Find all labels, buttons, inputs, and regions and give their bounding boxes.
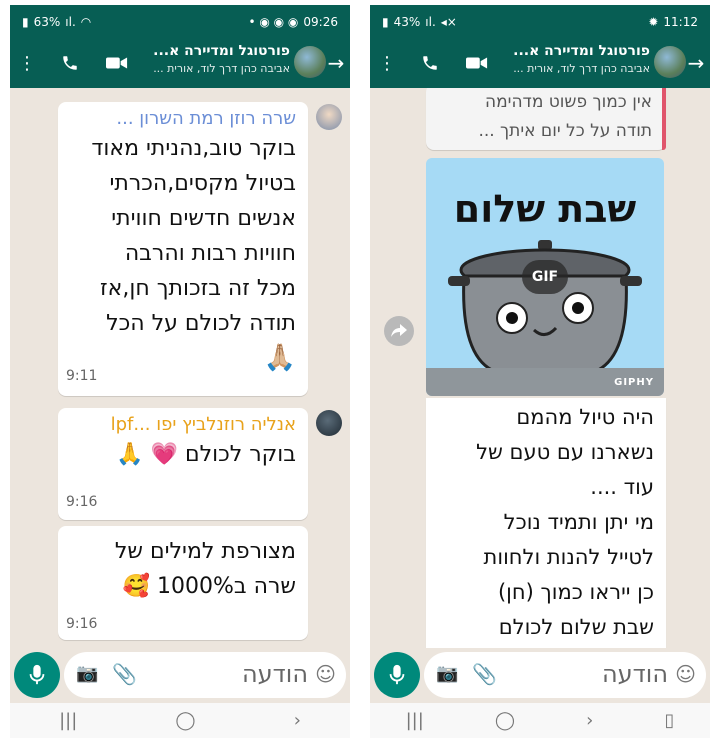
- forward-icon: [391, 324, 407, 337]
- attach-icon[interactable]: 📎: [472, 662, 497, 686]
- emoji-icon[interactable]: ☺: [315, 662, 336, 686]
- camera-icon[interactable]: 📷: [76, 663, 98, 684]
- mic-icon: [389, 664, 405, 685]
- android-nav-bar: ||| ◯ ›: [10, 703, 350, 738]
- message-text: בוקר לכולם 💗 🙏: [116, 442, 296, 467]
- sender-avatar: [316, 410, 342, 436]
- message-input[interactable]: 📷 📎 הודעה ☺: [424, 652, 706, 698]
- forward-button[interactable]: [384, 316, 414, 346]
- clock: 11:12: [663, 14, 698, 29]
- sender-name: שרה רוזן רמת השרון ...: [116, 108, 296, 129]
- wifi-icon: ◠: [80, 14, 92, 29]
- battery-level: 63%: [33, 14, 61, 29]
- chat-participants: אביבה כהן דרך לוד, אורית ...: [513, 62, 650, 75]
- mic-icon: [29, 664, 45, 685]
- message-bubble[interactable]: מצורפת למילים של שרה ב1000% 🥰 9:16: [58, 526, 308, 640]
- input-placeholder: הודעה: [601, 660, 668, 688]
- status-bar: ▮ 63% ıl. ◠ • ◉ ◉ ◉ 09:26: [10, 5, 350, 38]
- left-phone-screen: ▮ 63% ıl. ◠ • ◉ ◉ ◉ 09:26 ⋮ פורטוגל ומדי…: [10, 5, 350, 738]
- mic-button[interactable]: [374, 652, 420, 698]
- message-time: 9:16: [66, 494, 98, 510]
- chat-header: ⋮ פורטוגל ומדיירה א... אביבה כהן דרך לוד…: [10, 38, 350, 88]
- settings-icon: ✹: [648, 14, 659, 29]
- keyboard-icon[interactable]: ▯: [665, 710, 675, 731]
- gif-caption: שבת שלום: [454, 187, 637, 231]
- message-input[interactable]: 📷 📎 הודעה ☺: [64, 652, 346, 698]
- back-arrow-icon[interactable]: →: [686, 38, 706, 88]
- home-icon[interactable]: ◯: [175, 710, 195, 731]
- quote-accent-bar: [662, 88, 666, 150]
- back-icon[interactable]: ›: [294, 710, 301, 731]
- giphy-label: GIPHY: [614, 377, 654, 388]
- voice-call-icon[interactable]: [418, 38, 442, 88]
- message-bubble[interactable]: היה טיול מהמם נשארנו עם טעם של עוד .... …: [426, 398, 666, 648]
- group-avatar[interactable]: [654, 46, 686, 78]
- camera-icon[interactable]: 📷: [436, 663, 458, 684]
- chat-title-block[interactable]: פורטוגל ומדיירה א... אביבה כהן דרך לוד, …: [460, 43, 650, 75]
- more-options-icon[interactable]: ⋮: [378, 38, 396, 88]
- chat-title: פורטוגל ומדיירה א...: [513, 43, 650, 59]
- input-placeholder: הודעה: [241, 660, 308, 688]
- compose-bar: 📷 📎 הודעה ☺: [370, 648, 710, 703]
- chat-participants: אביבה כהן דרך לוד, אורית ...: [153, 62, 290, 75]
- notification-icons: • ◉ ◉ ◉: [248, 14, 299, 29]
- message-bubble[interactable]: אנליה רוזנלביץ יפו ...lpf בוקר לכולם 💗 🙏…: [58, 408, 308, 520]
- back-arrow-icon[interactable]: →: [326, 38, 346, 88]
- right-phone-screen: ▮ 43% ıl. ◂× ✹ 11:12 ⋮ פורטוגל ומדיירה א…: [370, 5, 710, 738]
- message-time: 9:16: [66, 616, 98, 632]
- sender-avatar: [316, 104, 342, 130]
- gif-message[interactable]: שבת שלום GIF GIPHY: [426, 158, 664, 396]
- message-text: בוקר טוב,נהניתי מאוד בטיול מקסים,הכרתי א…: [58, 129, 308, 376]
- message-list: אין כמוך פשוט מדהימה תודה על כל יום איתך…: [370, 88, 710, 648]
- quoted-message[interactable]: אין כמוך פשוט מדהימה תודה על כל יום איתך…: [426, 88, 666, 150]
- chat-title-block[interactable]: פורטוגל ומדיירה א... אביבה כהן דרך לוד, …: [100, 43, 290, 75]
- group-avatar[interactable]: [294, 46, 326, 78]
- battery-level: 43%: [393, 14, 421, 29]
- message-bubble[interactable]: שרה רוזן רמת השרון ... בוקר טוב,נהניתי מ…: [58, 102, 308, 396]
- chat-header: ⋮ פורטוגל ומדיירה א... אביבה כהן דרך לוד…: [370, 38, 710, 88]
- recents-icon[interactable]: |||: [59, 710, 77, 731]
- home-icon[interactable]: ◯: [495, 710, 515, 731]
- recents-icon[interactable]: |||: [406, 710, 424, 731]
- signal-icon: ıl.: [65, 14, 76, 29]
- signal-icon: ıl.: [425, 14, 436, 29]
- mic-button[interactable]: [14, 652, 60, 698]
- compose-bar: 📷 📎 הודעה ☺: [10, 648, 350, 703]
- message-text: היה טיול מהמם נשארנו עם טעם של עוד .... …: [476, 405, 654, 639]
- clock: 09:26: [303, 14, 338, 29]
- mute-icon: ◂×: [440, 14, 457, 29]
- sender-name: אנליה רוזנלביץ יפו ...lpf: [110, 414, 296, 435]
- message-text: מצורפת למילים של שרה ב1000% 🥰: [114, 539, 296, 599]
- praying-hands-emoji: 🙏🏼: [263, 343, 296, 373]
- message-time: 9:11: [66, 368, 98, 384]
- battery-icon: ▮: [382, 14, 389, 29]
- battery-icon: ▮: [22, 14, 29, 29]
- voice-call-icon[interactable]: [58, 38, 82, 88]
- quoted-text: אין כמוך פשוט מדהימה תודה על כל יום איתך…: [478, 92, 652, 141]
- android-nav-bar: ||| ◯ › ▯: [370, 703, 710, 738]
- emoji-icon[interactable]: ☺: [675, 662, 696, 686]
- attach-icon[interactable]: 📎: [112, 662, 137, 686]
- back-icon[interactable]: ›: [586, 710, 593, 731]
- gif-badge[interactable]: GIF: [522, 260, 568, 294]
- chat-title: פורטוגל ומדיירה א...: [153, 43, 290, 59]
- status-bar: ▮ 43% ıl. ◂× ✹ 11:12: [370, 5, 710, 38]
- message-list: שרה רוזן רמת השרון ... בוקר טוב,נהניתי מ…: [10, 88, 350, 648]
- more-options-icon[interactable]: ⋮: [18, 38, 36, 88]
